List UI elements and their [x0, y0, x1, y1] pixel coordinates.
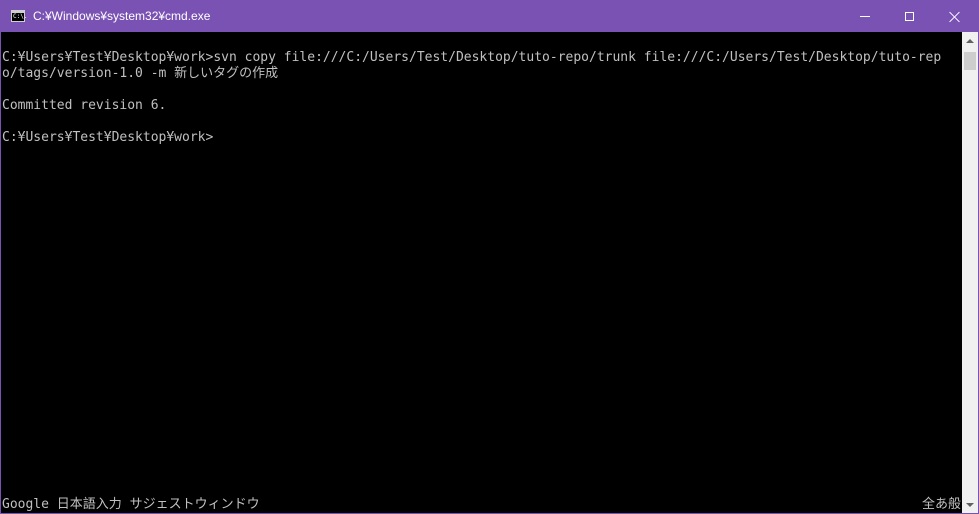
cmd-icon-glyph: C:\. [13, 13, 28, 20]
scroll-up-button[interactable] [962, 32, 978, 49]
cmd-icon[interactable]: C:\. [11, 10, 28, 22]
cmd-window: C:\. C:¥Windows¥system32¥cmd.exe C:¥User… [0, 0, 979, 514]
scroll-down-button[interactable] [962, 496, 978, 513]
console-line: Committed revision 6. [2, 98, 167, 113]
console-line: o/tags/version-1.0 -m 新しいタグの作成 [2, 66, 279, 81]
scrollbar-thumb[interactable] [964, 52, 976, 70]
command-prompt[interactable]: C:¥Users¥Test¥Desktop¥work> [2, 130, 213, 146]
ime-mode-indicator: 全あ般 [921, 497, 961, 512]
console-line: C:¥Users¥Test¥Desktop¥work>svn copy file… [2, 50, 942, 65]
title-bar[interactable]: C:\. C:¥Windows¥system32¥cmd.exe [1, 1, 978, 32]
console-output[interactable]: C:¥Users¥Test¥Desktop¥work>svn copy file… [1, 32, 962, 513]
minimize-button[interactable] [842, 1, 887, 32]
minimize-icon [859, 16, 870, 17]
close-icon [949, 11, 961, 23]
window-title: C:¥Windows¥system32¥cmd.exe [33, 9, 211, 23]
close-button[interactable] [932, 1, 977, 32]
maximize-icon [905, 12, 914, 21]
maximize-button[interactable] [887, 1, 932, 32]
vertical-scrollbar[interactable] [962, 32, 978, 513]
scroll-up-arrow-icon [966, 38, 974, 43]
ime-suggest-window-label: Google 日本語入力 サジェストウィンドウ [2, 497, 260, 512]
scroll-down-arrow-icon [966, 502, 974, 507]
